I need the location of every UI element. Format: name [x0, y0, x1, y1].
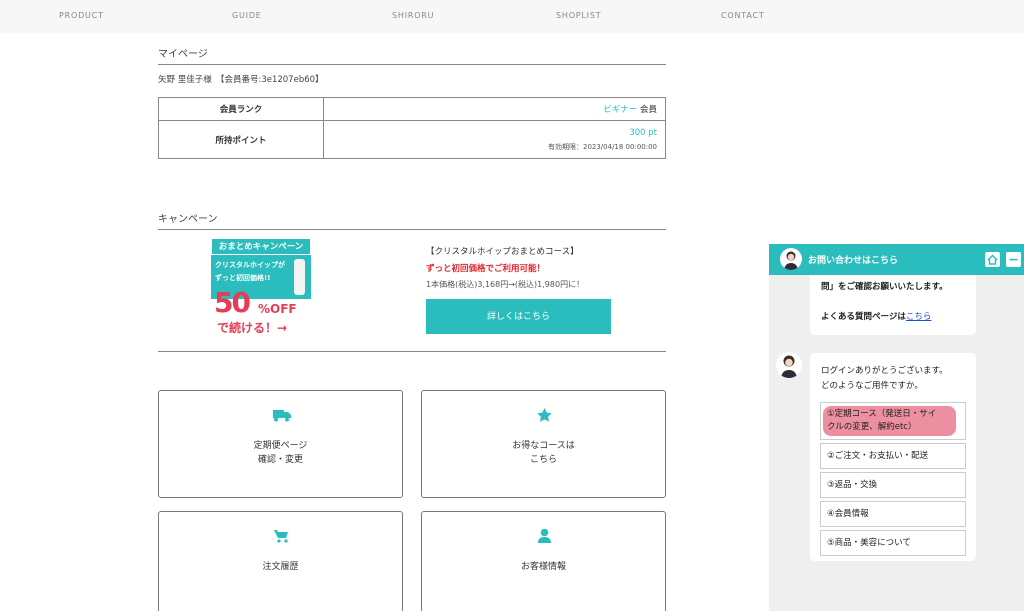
user-icon: [538, 528, 551, 543]
chat-faq-link[interactable]: こちら: [906, 312, 932, 322]
course-price: 1本価格(税込)3,168円→(税込)1,980円に！: [426, 280, 585, 289]
member-line: 矢野 里佳子様 【会員番号:3e1207eb60】: [158, 75, 324, 85]
campaign-title: キャンペーン: [158, 210, 666, 230]
mypage-title: マイページ: [158, 45, 666, 65]
points-expiry: 有効期限：2023/04/18 00:00:00: [547, 142, 657, 151]
points-value: 300: [629, 127, 646, 138]
product-bottle-icon: [294, 259, 305, 295]
home-icon[interactable]: [985, 252, 1000, 267]
campaign-banner[interactable]: おまとめキャンペーン クリスタルホイップが ずっと初回価格!! 50 %OFF …: [211, 238, 312, 338]
card-subscription-line1: 定期便ページ: [253, 441, 308, 451]
card-subscription[interactable]: 定期便ページ 確認・変更: [158, 390, 403, 498]
points-value-cell: 300 pt 有効期限：2023/04/18 00:00:00: [323, 120, 666, 159]
minimize-icon[interactable]: [1006, 252, 1021, 267]
rank-label: 会員ランク: [158, 97, 324, 121]
course-title: 【クリスタルホイップおまとめコース】: [426, 247, 579, 257]
points-label: 所持ポイント: [158, 120, 324, 159]
card-courses-text: お得なコースは こちら: [422, 439, 665, 467]
agent-avatar-message: [776, 352, 802, 378]
chat-option-subscription[interactable]: ①定期コース（発送日・サイ クルの変更、解約etc）: [820, 402, 966, 440]
rank-value-cell: ビギナー 会員: [323, 97, 666, 121]
nav-shoplist[interactable]: SHOPLIST: [556, 11, 601, 20]
rank-suffix: 会員: [637, 105, 657, 115]
nav-product[interactable]: PRODUCT: [59, 11, 104, 20]
nav-contact[interactable]: CONTACT: [721, 11, 765, 20]
section-divider: [158, 351, 666, 352]
chat-faq-prefix: よくある質問ページは: [821, 312, 906, 322]
banner-line2: ずっと初回価格!!: [215, 274, 271, 282]
card-customer-info-text: お客様情報: [422, 560, 665, 574]
course-subtitle: ずっと初回価格でご利用可能！: [426, 264, 546, 274]
truck-icon: [273, 410, 291, 422]
card-subscription-line2: 確認・変更: [257, 455, 303, 465]
banner-continue: で続ける！→: [217, 321, 288, 335]
top-nav: PRODUCT GUIDE SHIRORU SHOPLIST CONTACT: [0, 0, 1024, 33]
banner-percent: 50: [214, 286, 251, 319]
nav-guide[interactable]: GUIDE: [232, 11, 262, 20]
chat-greeting-line2: どのようなご用件ですか。: [821, 381, 923, 391]
card-order-history-text: 注文履歴: [159, 560, 402, 574]
card-subscription-text: 定期便ページ 確認・変更: [159, 439, 402, 467]
chat-header-title: お問い合わせはこちら: [808, 256, 899, 266]
points-unit: pt: [645, 127, 657, 138]
chat-option-products[interactable]: ⑤商品・美容について: [820, 530, 966, 556]
card-order-history[interactable]: 注文履歴: [158, 511, 403, 611]
banner-head: おまとめキャンペーン: [211, 238, 311, 255]
card-customer-info-line1: お客様情報: [520, 562, 566, 572]
chat-prev-line1: 問」をご確認お願いいたします。: [821, 282, 948, 292]
banner-off: %OFF: [258, 302, 297, 316]
card-customer-info[interactable]: お客様情報: [421, 511, 666, 611]
nav-shiroru[interactable]: SHIRORU: [392, 11, 434, 20]
star-icon: [537, 408, 552, 422]
banner-line1: クリスタルホイップが: [215, 261, 285, 269]
chat-widget: 問」をご確認お願いいたします。 よくある質問ページはこちら お問い合わせはこちら…: [769, 244, 1024, 611]
chat-faq-line: よくある質問ページはこちら: [821, 310, 931, 322]
card-courses[interactable]: お得なコースは こちら: [421, 390, 666, 498]
chat-option-returns[interactable]: ③返品・交換: [820, 472, 966, 498]
detail-button[interactable]: 詳しくはこちら: [426, 299, 611, 334]
member-table: 会員ランク ビギナー 会員 所持ポイント 300 pt 有効期限：2023/04…: [158, 97, 666, 159]
chat-option-member[interactable]: ④会員情報: [820, 501, 966, 527]
cart-icon: [274, 530, 288, 543]
chat-option-1-line2: クルの変更、解約etc）: [827, 422, 917, 432]
card-courses-line1: お得なコースは: [512, 441, 575, 451]
chat-greeting-bubble: ログインありがとうございます。 どのようなご用件ですか。 ①定期コース（発送日・…: [810, 353, 976, 561]
chat-option-order[interactable]: ②ご注文・お支払い・配送: [820, 443, 966, 469]
chat-option-1-line1: ①定期コース（発送日・サイ: [827, 409, 937, 419]
card-order-history-line1: 注文履歴: [262, 562, 299, 572]
rank-value: ビギナー: [603, 105, 638, 115]
card-courses-line2: こちら: [529, 455, 557, 465]
chat-greeting-line1: ログインありがとうございます。: [821, 366, 948, 376]
agent-avatar: [780, 248, 802, 270]
chat-header[interactable]: お問い合わせはこちら: [769, 244, 1024, 275]
